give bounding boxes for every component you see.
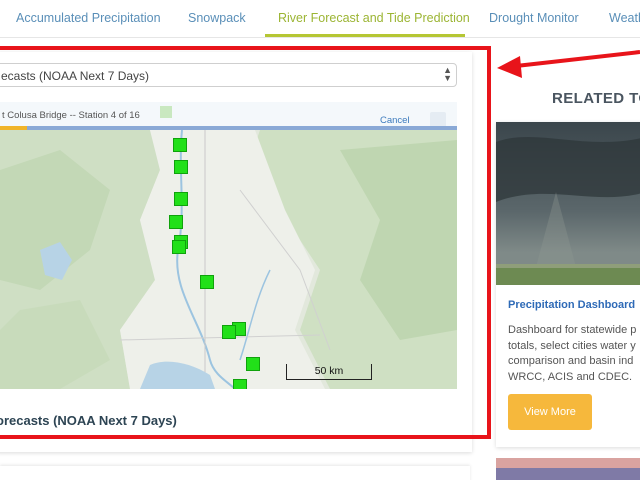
next-card (0, 466, 470, 480)
map-basemap (0, 130, 457, 389)
tab-accumulated-precipitation[interactable]: Accumulated Precipitation (16, 11, 161, 25)
view-more-button[interactable]: View More (508, 394, 592, 430)
tour-station-text: t Colusa Bridge -- Station 4 of 16 (2, 110, 140, 121)
station-marker[interactable] (174, 160, 188, 174)
description-line: totals, select cities water y (508, 339, 636, 352)
forecast-card-title: orecasts (NOAA Next 7 Days) (0, 413, 177, 428)
active-tab-indicator (265, 34, 465, 37)
tour-progress-track (0, 126, 457, 130)
tour-marker-preview (160, 106, 172, 118)
description-line: comparison and basin ind (508, 355, 634, 367)
forecast-map[interactable]: t Colusa Bridge -- Station 4 of 16 Cance… (0, 102, 457, 389)
select-updown-icon: ▲ ▼ (443, 65, 452, 83)
station-marker[interactable] (174, 192, 188, 206)
tab-bar: Accumulated Precipitation Snowpack River… (0, 0, 640, 38)
tab-snowpack[interactable]: Snowpack (188, 11, 246, 25)
tour-progress-fill (0, 126, 28, 130)
station-marker[interactable] (246, 357, 260, 371)
forecast-select-value: ecasts (NOAA Next 7 Days) (1, 69, 150, 83)
tour-bar: t Colusa Bridge -- Station 4 of 16 Cance… (0, 102, 457, 130)
description-line: Dashboard for statewide p (508, 324, 637, 336)
related-card-title[interactable]: Precipitation Dashboard (508, 299, 635, 311)
map-scale-bar: 50 km (286, 364, 372, 380)
tab-weather[interactable]: Weath (609, 11, 640, 25)
station-marker[interactable] (172, 240, 186, 254)
station-marker[interactable] (200, 275, 214, 289)
tour-cancel-link[interactable]: Cancel (380, 115, 410, 126)
station-marker[interactable] (169, 215, 183, 229)
related-card-description: Dashboard for statewide p totals, select… (508, 323, 636, 385)
forecast-select[interactable]: ecasts (NOAA Next 7 Days) ▲ ▼ (0, 63, 457, 87)
station-marker[interactable] (222, 325, 236, 339)
scale-label: 50 km (314, 365, 344, 377)
tab-drought-monitor[interactable]: Drought Monitor (489, 11, 579, 25)
storm-photo[interactable] (496, 122, 640, 285)
description-line: WRCC, ACIS and CDEC. (508, 370, 633, 383)
station-marker[interactable] (173, 138, 187, 152)
tab-river-forecast[interactable]: River Forecast and Tide Prediction (278, 11, 470, 25)
next-related-photo[interactable] (496, 458, 640, 480)
related-heading: RELATED TO (552, 90, 640, 107)
station-marker[interactable] (233, 379, 247, 389)
